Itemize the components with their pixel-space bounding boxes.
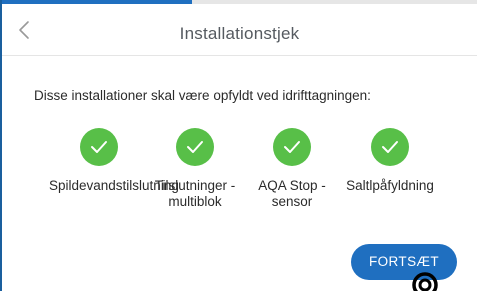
check-item-aqa-stop: AQA Stop - sensor [242,128,342,210]
header: Installationstjek [2,4,477,56]
page-title: Installationstjek [179,24,300,43]
check-item-label: Tilslutninger - multiblok [154,178,236,209]
intro-text: Disse installationer skal være opfyldt v… [34,88,371,103]
check-item-wastewater: Spildevandstilslutning [49,128,179,194]
check-icon [80,128,118,166]
chevron-left-icon[interactable] [14,18,36,42]
installation-check-screen: Installationstjek Disse installationer s… [0,0,477,291]
check-item-label: AQA Stop - sensor [258,178,326,209]
check-icon [273,128,311,166]
check-icon [176,128,214,166]
check-item-salt: Saltlpåfyldning [340,128,440,194]
check-item-label: Spildevandstilslutning [49,178,179,193]
check-item-label: Saltlpåfyldning [346,178,434,193]
check-icon [371,128,409,166]
continue-button[interactable]: FORTSÆT [351,244,457,280]
check-item-multiblock: Tilslutninger - multiblok [145,128,245,210]
check-list: Spildevandstilslutning Tilslutninger - m… [2,128,477,228]
touch-pointer-icon [410,268,440,291]
